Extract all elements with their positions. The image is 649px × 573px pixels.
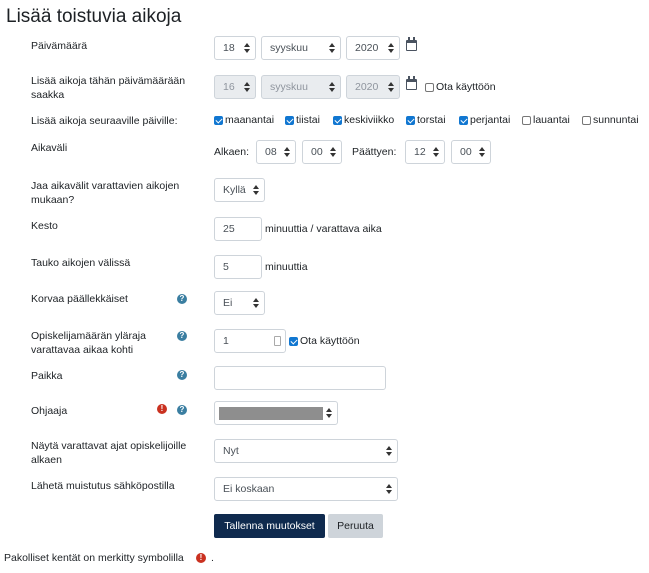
start-label: Alkaen: — [214, 146, 250, 158]
duration-input[interactable]: 25 — [214, 217, 262, 241]
start-hour-select[interactable]: 08 — [256, 140, 296, 164]
day-label-friday: perjantai — [470, 114, 511, 126]
day-label-thursday: torstai — [417, 114, 446, 126]
duration-unit: minuuttia / varattava aika — [265, 223, 382, 235]
help-icon[interactable]: ? — [177, 294, 187, 304]
until-enable-label: Ota käyttöön — [436, 81, 496, 93]
duration-label: Kesto — [31, 220, 58, 232]
calendar-icon[interactable] — [406, 37, 417, 51]
day-label-wednesday: keskiviikko — [344, 114, 395, 126]
day-label-monday: maanantai — [225, 114, 275, 126]
date-month-select[interactable]: syyskuu — [261, 36, 341, 60]
day-checkbox-saturday[interactable] — [522, 116, 531, 125]
overwrite-value: Ei — [223, 297, 233, 309]
required-note: Pakolliset kentät on merkitty symbolilla — [4, 552, 184, 564]
teacher-select[interactable] — [214, 401, 338, 425]
select-caret-icon — [433, 146, 439, 158]
end-label: Päättyen: — [352, 146, 397, 158]
help-icon[interactable]: ? — [177, 405, 187, 415]
date-day-select[interactable]: 18 — [214, 36, 256, 60]
day-checkbox-monday[interactable] — [214, 116, 223, 125]
select-caret-icon — [329, 42, 335, 54]
overwrite-select[interactable]: Ei — [214, 291, 265, 315]
displayfrom-select[interactable]: Nyt — [214, 439, 398, 463]
select-caret-icon — [386, 445, 392, 457]
end-minute-select[interactable]: 00 — [451, 140, 491, 164]
calendar-icon[interactable] — [406, 76, 417, 90]
maxstudents-enable-checkbox[interactable] — [289, 337, 298, 346]
location-input[interactable] — [214, 366, 386, 390]
required-note-period: . — [211, 552, 214, 564]
until-enable-checkbox[interactable] — [425, 83, 434, 92]
day-checkbox-wednesday[interactable] — [333, 116, 342, 125]
location-label: Paikka — [31, 370, 63, 382]
help-icon[interactable]: ? — [177, 331, 187, 341]
select-caret-icon — [284, 146, 290, 158]
days-label: Lisää aikoja seuraaville päiville: — [31, 115, 178, 127]
select-caret-icon — [329, 81, 335, 93]
select-caret-icon — [244, 81, 250, 93]
select-caret-icon — [253, 184, 259, 196]
maxstudents-value: 1 — [223, 335, 229, 347]
until-month-select[interactable]: syyskuu — [261, 75, 341, 99]
end-minute-value: 00 — [460, 146, 472, 158]
end-hour-value: 12 — [414, 146, 426, 158]
displayfrom-label: Näytä varattavat ajat opiskelijoille alk… — [31, 440, 187, 466]
day-checkbox-tuesday[interactable] — [285, 116, 294, 125]
select-caret-icon — [253, 297, 259, 309]
select-caret-icon — [479, 146, 485, 158]
redacted-value — [219, 407, 323, 420]
until-month-value: syyskuu — [270, 81, 308, 93]
spinner-icon[interactable] — [274, 336, 281, 346]
displayfrom-value: Nyt — [223, 445, 239, 457]
teacher-label: Ohjaaja — [31, 405, 68, 417]
maxstudents-input[interactable]: 1 — [214, 329, 286, 353]
maxstudents-label: Opiskelijamäärän yläraja varattavaa aika… — [31, 330, 146, 356]
divide-value: Kyllä — [223, 184, 246, 196]
day-checkbox-sunday[interactable] — [582, 116, 591, 125]
start-minute-value: 00 — [311, 146, 323, 158]
overwrite-label: Korvaa päällekkäiset — [31, 293, 128, 305]
start-hour-value: 08 — [265, 146, 277, 158]
required-icon: ! — [196, 553, 206, 563]
day-label-sunday: sunnuntai — [593, 114, 639, 126]
day-label-saturday: lauantai — [533, 114, 570, 126]
cancel-button[interactable]: Peruuta — [328, 514, 383, 538]
reminder-value: Ei koskaan — [223, 483, 275, 495]
required-icon: ! — [157, 404, 167, 414]
end-hour-select[interactable]: 12 — [405, 140, 445, 164]
divide-select[interactable]: Kyllä — [214, 178, 265, 202]
day-checkbox-thursday[interactable] — [406, 116, 415, 125]
date-label: Päivämäärä — [31, 40, 88, 52]
select-caret-icon — [326, 407, 332, 419]
break-input[interactable]: 5 — [214, 255, 262, 279]
page-title: Lisää toistuvia aikoja — [6, 6, 182, 27]
help-icon[interactable]: ? — [177, 370, 187, 380]
select-caret-icon — [386, 483, 392, 495]
reminder-label: Lähetä muistutus sähköpostilla — [31, 480, 175, 492]
timerange-label: Aikaväli — [31, 142, 68, 154]
day-checkbox-friday[interactable] — [459, 116, 468, 125]
reminder-select[interactable]: Ei koskaan — [214, 477, 398, 501]
start-minute-select[interactable]: 00 — [302, 140, 342, 164]
date-year-select[interactable]: 2020 — [346, 36, 400, 60]
date-day-value: 18 — [223, 42, 235, 54]
until-day-value: 16 — [223, 81, 235, 93]
until-label: Lisää aikoja tähän päivämäärään saakka — [31, 75, 186, 101]
until-year-select[interactable]: 2020 — [346, 75, 400, 99]
save-button[interactable]: Tallenna muutokset — [214, 514, 325, 538]
select-caret-icon — [388, 81, 394, 93]
select-caret-icon — [330, 146, 336, 158]
select-caret-icon — [388, 42, 394, 54]
break-label: Tauko aikojen välissä — [31, 257, 131, 269]
until-day-select[interactable]: 16 — [214, 75, 256, 99]
break-unit: minuuttia — [265, 261, 308, 273]
divide-label: Jaa aikavälit varattavien aikojen mukaan… — [31, 180, 180, 206]
maxstudents-enable-label: Ota käyttöön — [300, 335, 360, 347]
day-label-tuesday: tiistai — [296, 114, 320, 126]
date-year-value: 2020 — [355, 42, 379, 54]
until-year-value: 2020 — [355, 81, 379, 93]
date-month-value: syyskuu — [270, 42, 308, 54]
select-caret-icon — [244, 42, 250, 54]
